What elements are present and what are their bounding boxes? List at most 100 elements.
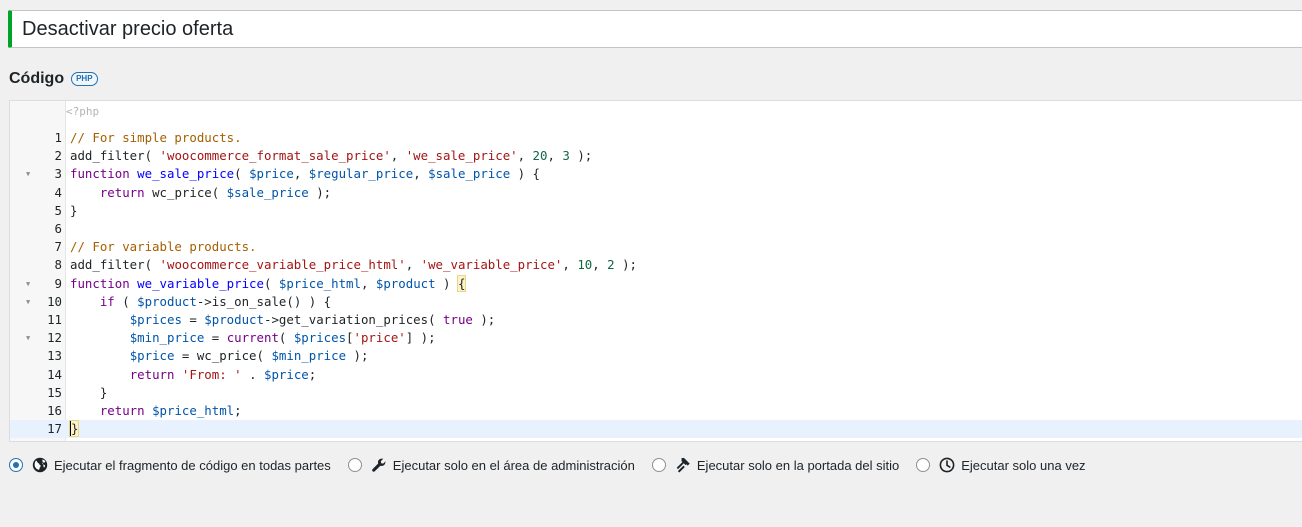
code-token: if [99,293,115,309]
code-token: , [517,148,533,164]
code-token: , [405,257,421,273]
code-token: . [241,366,264,382]
code-token: ( [278,330,294,346]
code-token: function [70,166,130,182]
php-language-badge: PHP [71,72,98,86]
code-line[interactable]: 4 return wc_price( $sale_price ); [10,184,1302,202]
line-number: 9 [54,275,62,291]
code-token: ); [308,184,332,200]
code-line[interactable]: 2 add_filter( 'woocommerce_format_sale_pr… [10,147,1302,165]
code-token: add_filter( [70,148,160,164]
code-token: $min_price [271,348,347,364]
code-token: $price_html [152,403,235,418]
code-token: $product [204,312,264,327]
code-token: $product [137,293,197,309]
globe-icon [32,457,48,473]
code-line[interactable]: 14 return 'From: ' . $price; [10,366,1302,384]
line-number: 15 [47,384,62,400]
code-line[interactable]: ▼ 3 function we_sale_price( $price, $regul… [10,165,1302,183]
scope-radio[interactable] [347,458,362,472]
code-line[interactable]: 11 $prices = $product->get_variation_pri… [10,311,1302,329]
scope-radio[interactable] [9,458,23,472]
code-token: 'From: ' [181,366,242,382]
code-line-text: function we_sale_price( $price, $regular… [70,165,540,183]
code-line[interactable]: ▼ 12 $min_price = current( $prices['price… [10,329,1302,347]
code-token: // For variable products. [70,239,257,255]
code-token: , [547,148,563,164]
code-line[interactable]: 1 // For simple products. [10,129,1302,147]
code-token: we_variable_price [137,275,264,291]
code-line[interactable]: 7 // For variable products. [10,238,1302,256]
code-token: ; [308,366,317,382]
code-line[interactable]: 6 [10,220,1302,238]
code-line[interactable]: 5} [10,202,1302,220]
scope-option-label: Ejecutar el fragmento de código en todas… [54,457,331,473]
code-token: , [293,166,309,182]
code-token: ); [346,348,369,364]
code-token: = wc_price( [174,348,272,364]
code-line[interactable]: ▼ 10 if ( $product->is_on_sale() ) { [10,293,1302,311]
code-token: $price_html [278,275,361,291]
code-line-text: return $price_html; [70,402,242,420]
code-line[interactable]: 8 add_filter( 'woocommerce_variable_price… [10,256,1302,274]
code-token: return [129,366,175,382]
scope-radio[interactable] [916,458,931,472]
code-line-text: add_filter( 'woocommerce_variable_price_… [70,256,637,274]
code-token: ); [569,148,593,164]
code-line[interactable]: 16 return $price_html; [10,402,1302,420]
code-token: { [456,274,467,292]
php-open-tag: <?php [66,105,100,118]
code-token: , [413,166,429,182]
scope-option[interactable]: Ejecutar solo en la portada del sitio [651,457,900,473]
clock-icon [939,457,955,473]
code-line[interactable]: 15 } [10,384,1302,402]
snippet-title-input[interactable] [8,10,1302,48]
scope-option[interactable]: Ejecutar solo en el área de administraci… [347,457,635,473]
code-line-text: $prices = $product->get_variation_prices… [70,311,496,329]
code-token: $product [375,275,436,291]
code-line-text: // For simple products. [70,129,242,147]
code-token: ] ); [405,330,436,346]
code-line-text: return 'From: ' . $price; [70,366,317,384]
code-line-text: if ( $product->is_on_sale() ) { [70,293,331,311]
scope-option-label: Ejecutar solo en la portada del sitio [696,457,900,473]
code-token: ( [234,166,250,182]
code-line-text: // For variable products. [70,238,257,256]
code-token: = [204,330,227,346]
line-number: 11 [47,312,62,327]
code-token: 'woocommerce_format_sale_price' [159,148,391,164]
hammer-icon [675,457,691,473]
scope-radio[interactable] [651,458,666,472]
code-token: $price [249,166,294,182]
line-number: 10 [47,293,62,309]
code-line[interactable]: 17} [10,420,1302,439]
code-token: true [443,312,473,327]
code-editor[interactable]: <?php 1 // For simple products. 2 add_filte… [9,100,1302,442]
code-line[interactable]: 13 $price = wc_price( $min_price ); [10,347,1302,365]
line-number: 7 [54,239,62,255]
scope-option[interactable]: Ejecutar solo una vez [916,457,1086,473]
line-number: 16 [47,403,62,418]
code-token: ->is_on_sale() ) { [196,293,332,309]
scope-radio-group: Ejecutar el fragmento de código en todas… [9,457,1103,473]
code-token: wc_price( [144,184,227,200]
wrench-icon [371,457,387,473]
code-token: [ [346,330,354,346]
line-number: 1 [54,130,62,145]
code-token: return [99,184,145,200]
scope-option[interactable]: Ejecutar el fragmento de código en todas… [9,457,331,473]
code-token: 10 [577,257,593,273]
code-token: we_sale_price [137,166,235,182]
line-number: 2 [54,148,62,164]
code-heading: Código [9,70,65,87]
code-token: $price [264,366,309,382]
code-line-text: } [70,384,107,402]
code-line[interactable]: ▼ 9 function we_variable_price( $price_htm… [10,274,1302,293]
code-token: ); [472,312,496,327]
